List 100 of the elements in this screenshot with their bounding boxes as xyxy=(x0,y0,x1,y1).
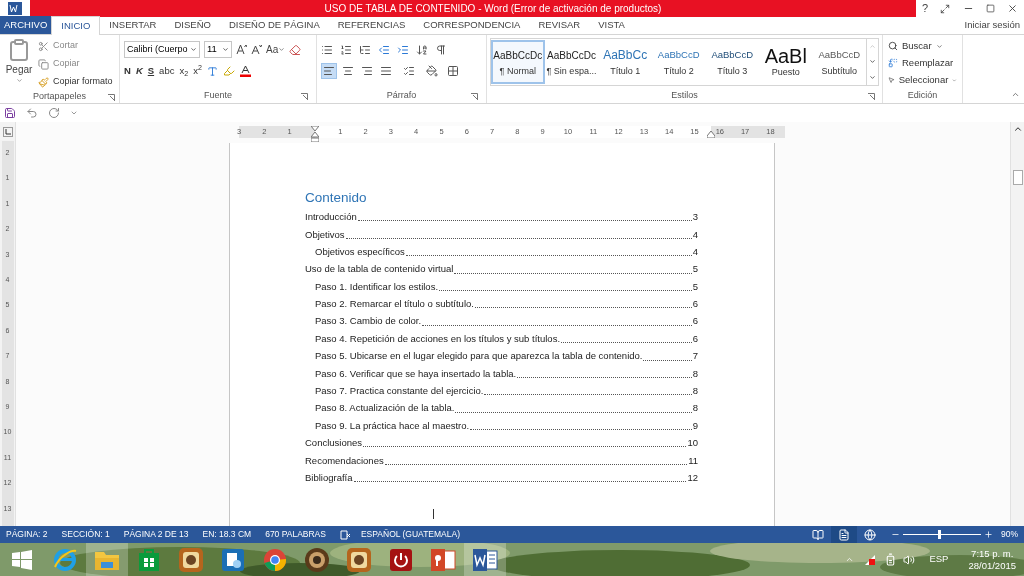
network-icon[interactable] xyxy=(864,553,877,566)
toc-entry[interactable]: Paso 6. Verificar que se haya insertado la tabla. 8 xyxy=(305,363,698,381)
font-style-button[interactable]: x$^{2}$ xyxy=(193,63,202,79)
sort-icon[interactable] xyxy=(416,43,428,56)
save-icon[interactable] xyxy=(4,107,16,119)
font-color-icon[interactable] xyxy=(239,65,251,77)
undo-icon[interactable] xyxy=(26,107,38,119)
cut-button[interactable]: Cortar xyxy=(38,38,113,54)
font-style-button[interactable]: abc xyxy=(159,63,175,79)
font-name-field[interactable]: Calibri (Cuerpo xyxy=(124,41,200,58)
toc-entry[interactable]: Paso 9. La práctica hace al maestro. 9 xyxy=(305,415,698,434)
select-button[interactable]: Seleccionar xyxy=(888,72,957,88)
right-indent-marker-icon[interactable] xyxy=(707,131,715,138)
line-spacing-icon[interactable] xyxy=(403,65,415,77)
start-icon[interactable] xyxy=(12,549,32,570)
numbering-icon[interactable] xyxy=(340,43,352,56)
more-styles-icon[interactable] xyxy=(869,73,877,81)
input-language[interactable]: ESP xyxy=(929,552,949,567)
view-button[interactable] xyxy=(831,526,857,543)
style-tile[interactable]: AaBbCcDc ¶ Sin espa... xyxy=(544,40,599,84)
font-style-button[interactable]: K xyxy=(135,63,143,79)
align-left-icon[interactable] xyxy=(321,63,337,79)
status-item[interactable]: PÁGINA: 2 xyxy=(6,528,48,541)
help-button[interactable]: ? xyxy=(922,0,929,17)
toc-entry[interactable]: Objetivos específicos 4 xyxy=(305,241,698,260)
text-effects-icon[interactable] xyxy=(206,65,218,77)
replace-button[interactable]: Reemplazar xyxy=(888,55,957,71)
toc-entry[interactable]: Paso 4. Repetición de acciones en los títulos y sub títulos. 6 xyxy=(305,328,698,347)
multilevel-list-icon[interactable] xyxy=(359,43,371,56)
show-marks-icon[interactable] xyxy=(435,43,447,56)
indent-marker-icon[interactable] xyxy=(311,126,319,142)
ribbon-tab[interactable]: CORRESPONDENCIA xyxy=(414,16,530,34)
font-style-button[interactable]: N xyxy=(124,63,131,79)
scroll-up-icon[interactable] xyxy=(1012,124,1023,134)
volume-icon[interactable] xyxy=(903,553,916,566)
find-button[interactable]: Buscar xyxy=(888,38,957,54)
restore-icon[interactable] xyxy=(985,4,995,13)
close-icon[interactable] xyxy=(1006,3,1018,14)
ribbon-tab[interactable]: DISEÑO DE PÁGINA xyxy=(219,16,329,34)
status-item[interactable]: 670 PALABRAS xyxy=(265,528,326,541)
style-tile[interactable]: AaBbCcD Subtítulo xyxy=(812,40,867,84)
file-tab[interactable]: ARCHIVO xyxy=(0,16,52,34)
clear-formatting-icon[interactable] xyxy=(289,43,302,56)
ribbon-tab[interactable]: INSERTAR xyxy=(100,16,166,34)
repeat-icon[interactable] xyxy=(48,107,60,119)
toc-entry[interactable]: Introducción 3 xyxy=(305,207,698,225)
shading-icon[interactable] xyxy=(426,65,438,77)
toc-entry[interactable]: Paso 3. Cambio de color. 6 xyxy=(305,311,698,329)
language-status[interactable]: ESPAÑOL (GUATEMALA) xyxy=(360,528,460,541)
ribbon-tab[interactable]: VISTA xyxy=(589,16,634,34)
toc-entry[interactable]: Conclusiones 10 xyxy=(305,433,698,451)
dialog-launcher-icon[interactable] xyxy=(868,93,875,100)
status-item[interactable]: PÁGINA 2 DE 13 xyxy=(123,528,189,541)
font-style-button[interactable]: x$_{2}$ xyxy=(179,63,189,79)
style-tile[interactable]: AaBbCc Título 1 xyxy=(598,40,652,84)
sign-in-link[interactable]: Iniciar sesión xyxy=(964,18,1024,33)
tab-selector-icon[interactable] xyxy=(2,127,13,137)
collapse-ribbon-icon[interactable] xyxy=(1011,90,1020,99)
zoom-level[interactable]: 90% xyxy=(1001,528,1018,541)
grow-font-icon[interactable] xyxy=(236,44,247,55)
copy-button[interactable]: Copiar xyxy=(38,56,113,72)
format-painter-button[interactable]: Copiar formato xyxy=(38,74,113,90)
toc-entry[interactable]: Bibliografía 12 xyxy=(305,467,698,486)
ribbon-tab[interactable]: INICIO xyxy=(51,16,101,35)
toc-entry[interactable]: Recomendaciones 11 xyxy=(305,450,698,468)
scrollbar-thumb[interactable] xyxy=(1012,170,1023,185)
ribbon-tab[interactable]: REFERENCIAS xyxy=(328,16,415,34)
style-tile[interactable]: AaBl Puesto xyxy=(759,40,813,84)
increase-indent-icon[interactable] xyxy=(397,43,409,56)
proofing-icon[interactable] xyxy=(339,529,351,540)
borders-icon[interactable] xyxy=(447,65,459,77)
style-tile[interactable]: AaBbCcD Título 2 xyxy=(651,40,706,84)
customize-toolbar-icon[interactable] xyxy=(70,109,78,117)
toc-entry[interactable]: Paso 1. Identificar los estilos. 5 xyxy=(305,276,698,294)
highlight-color-icon[interactable] xyxy=(222,65,235,77)
change-case-button[interactable]: Aa xyxy=(266,42,286,57)
toc-entry[interactable]: Paso 7. Practica constante del ejercicio. 8 xyxy=(305,380,698,399)
scroll-down-icon[interactable] xyxy=(869,58,877,66)
toc-entry[interactable]: Paso 5. Ubicarse en el lugar elegido para que aparezca la tabla de contenido. 7 xyxy=(305,346,698,364)
dialog-launcher-icon[interactable] xyxy=(471,93,478,100)
status-item[interactable]: EN: 18.3 CM xyxy=(202,528,252,541)
status-item[interactable]: SECCIÓN: 1 xyxy=(61,528,110,541)
dialog-launcher-icon[interactable] xyxy=(108,94,115,101)
paste-button[interactable]: Pegar xyxy=(4,38,34,90)
dialog-launcher-icon[interactable] xyxy=(301,93,308,100)
taskbar-button[interactable] xyxy=(464,543,506,576)
style-tile[interactable]: AaBbCcD Título 3 xyxy=(705,40,759,84)
bullets-icon[interactable] xyxy=(321,43,333,56)
toc-entry[interactable]: Objetivos 4 xyxy=(305,224,698,242)
ribbon-tab[interactable]: DISEÑO xyxy=(165,16,220,34)
style-tile[interactable]: AaBbCcDc ¶ Normal xyxy=(491,40,545,84)
zoom-in-icon[interactable] xyxy=(984,530,993,539)
clock[interactable]: 7:15 p. m. 28/01/2015 xyxy=(968,547,1016,572)
ribbon-tab[interactable]: REVISAR xyxy=(529,16,590,34)
font-size-field[interactable]: 11 xyxy=(204,41,232,58)
shrink-font-icon[interactable] xyxy=(251,44,262,55)
toc-entry[interactable]: Paso 8. Actualización de la tabla. 8 xyxy=(305,398,698,416)
toc-entry[interactable]: Paso 2. Remarcar el título o subtítulo. 6 xyxy=(305,293,698,312)
toc-entry[interactable]: Uso de la tabla de contenido virtual 5 xyxy=(305,259,698,277)
ribbon-display-icon[interactable] xyxy=(940,3,951,14)
